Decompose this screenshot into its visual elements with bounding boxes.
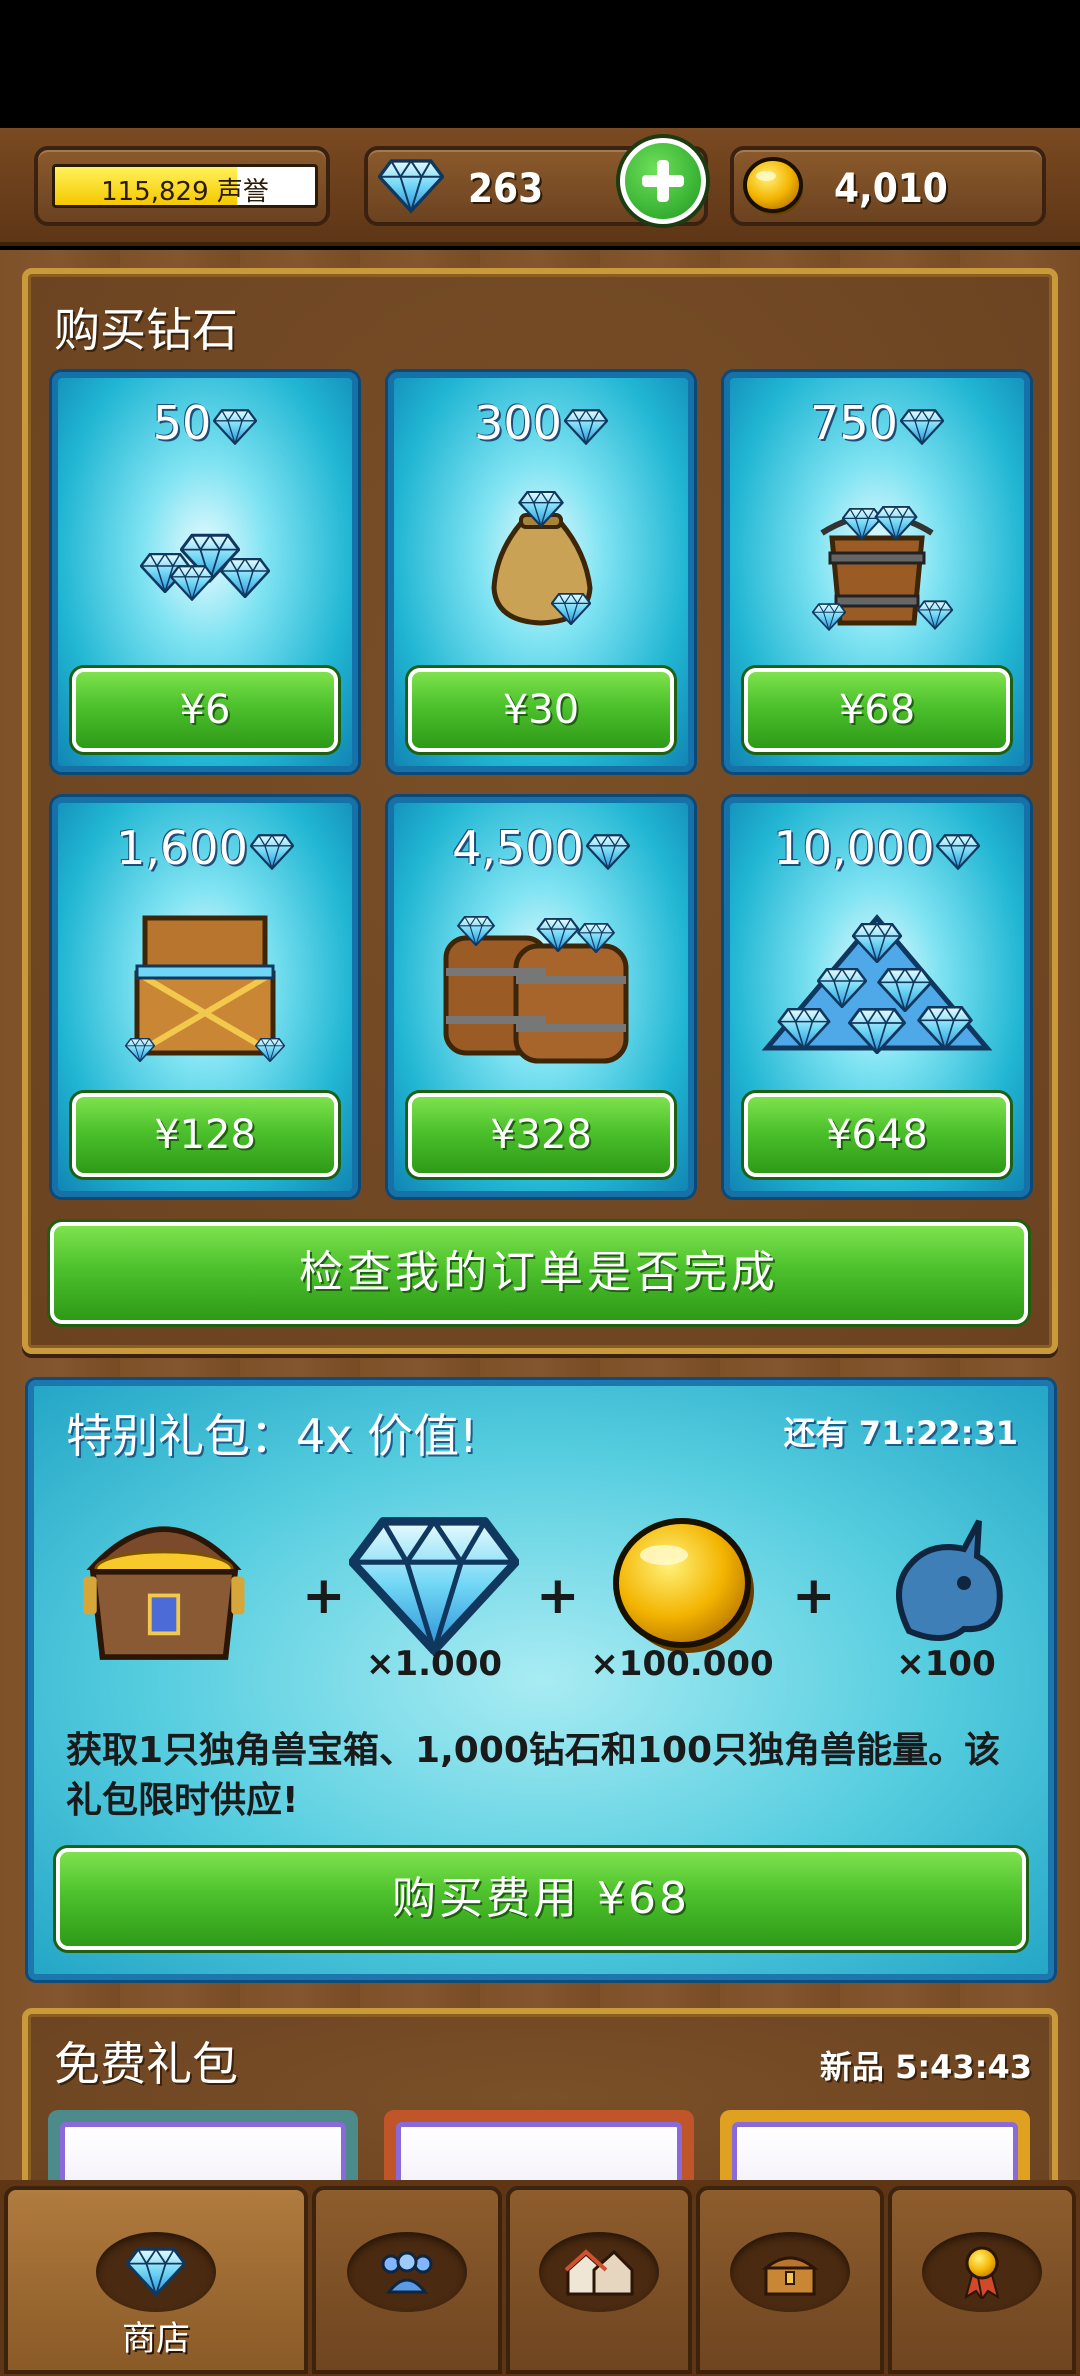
special-offer-timer: 还有 71:22:31 [783, 1414, 1018, 1452]
diamond-icon [250, 834, 294, 870]
diamond-icon [586, 834, 630, 870]
chest-icon [730, 2232, 850, 2312]
diamond-pack-card[interactable]: 50 ¥6 [52, 372, 358, 772]
coin-quantity: ×100.000 [590, 1644, 774, 1684]
special-offer-panel: 特别礼包：4x 价值! 还有 71:22:31 + ×1.000 + ×100.… [28, 1380, 1054, 1980]
friends-icon [347, 2232, 467, 2312]
diamond-mountain-icon [730, 883, 1024, 1083]
diamond-pack-card[interactable]: 10,000 ¥648 [724, 797, 1030, 1197]
diamond-icon [378, 158, 444, 214]
coin-count: 4,010 [834, 166, 948, 212]
plus-icon: + [792, 1566, 836, 1626]
reputation-text: 115,829 声誉 [101, 177, 269, 207]
coin-icon [743, 157, 803, 215]
diamond-icon [96, 2232, 216, 2312]
pack-amount: 1,600 [58, 821, 352, 875]
diamond-icon [564, 409, 608, 445]
plus-icon: + [302, 1566, 346, 1626]
unicorn-chest-icon [74, 1496, 254, 1676]
tab-chests[interactable] [696, 2186, 884, 2374]
buy-pack-button[interactable]: ¥128 [72, 1093, 338, 1177]
tab-friends[interactable] [312, 2186, 502, 2374]
diamond-icon [213, 409, 257, 445]
pack-amount: 4,500 [394, 821, 688, 875]
special-offer-title: 特别礼包：4x 价值! [66, 1409, 478, 1463]
coin-counter: 4,010 [730, 146, 1046, 226]
status-bar [0, 0, 1080, 128]
free-gifts-title: 免费礼包 [54, 2037, 238, 2091]
houses-icon [539, 2232, 659, 2312]
bottom-navigation: 商店 [0, 2180, 1080, 2376]
plus-icon: + [536, 1566, 580, 1626]
reputation-counter: 115,829 声誉 [34, 146, 330, 226]
unicorn-quantity: ×100 [896, 1644, 996, 1684]
add-diamonds-button[interactable] [620, 138, 706, 224]
check-orders-button[interactable]: 检查我的订单是否完成 [50, 1222, 1028, 1324]
diamond-barrels-icon [394, 883, 688, 1083]
medal-icon [922, 2232, 1042, 2312]
buy-pack-button[interactable]: ¥68 [744, 668, 1010, 752]
diamond-pack-card[interactable]: 1,600 ¥128 [52, 797, 358, 1197]
diamond-bucket-icon [730, 458, 1024, 658]
tab-shop[interactable]: 商店 [4, 2186, 308, 2374]
special-offer-description: 获取1只独角兽宝箱、1,000钻石和100只独角兽能量。该礼包限时供应! [66, 1730, 1001, 1821]
tab-buildings[interactable] [506, 2186, 692, 2374]
diamond-sack-icon [394, 458, 688, 658]
diamond-pack-card[interactable]: 300 ¥30 [388, 372, 694, 772]
pack-amount: 300 [394, 396, 688, 450]
free-gifts-timer: 新品 5:43:43 [819, 2048, 1032, 2086]
reputation-progress-bar: 115,829 声誉 [52, 164, 318, 208]
buy-special-offer-button[interactable]: 购买费用 ¥68 [56, 1848, 1026, 1950]
diamond-count: 263 [468, 166, 544, 212]
buy-pack-button[interactable]: ¥30 [408, 668, 674, 752]
small-diamond-pile-icon [58, 458, 352, 658]
pack-amount: 10,000 [730, 821, 1024, 875]
buy-pack-button[interactable]: ¥648 [744, 1093, 1010, 1177]
pack-amount: 750 [730, 396, 1024, 450]
tab-achievements[interactable] [888, 2186, 1076, 2374]
diamond-pack-card[interactable]: 4,500 ¥328 [388, 797, 694, 1197]
diamond-chest-icon [58, 883, 352, 1083]
diamond-icon [936, 834, 980, 870]
diamond-icon [900, 409, 944, 445]
buy-pack-button[interactable]: ¥6 [72, 668, 338, 752]
diamond-quantity: ×1.000 [365, 1644, 503, 1684]
resource-bar: 115,829 声誉 263 4,010 [0, 128, 1080, 246]
tab-shop-label: 商店 [122, 2319, 190, 2359]
buy-diamonds-title: 购买钻石 [54, 303, 238, 357]
pack-amount: 50 [58, 396, 352, 450]
buy-pack-button[interactable]: ¥328 [408, 1093, 674, 1177]
diamond-pack-card[interactable]: 750 ¥68 [724, 372, 1030, 772]
